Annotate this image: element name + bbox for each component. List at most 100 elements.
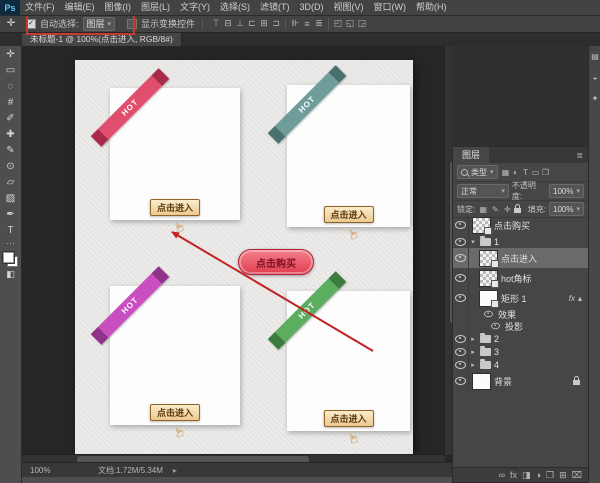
menubar-item[interactable]: 文字(Y)	[175, 0, 215, 15]
status-options-arrow[interactable]: ▸	[173, 466, 177, 475]
lock-transparent-pixels-icon[interactable]: ▦	[478, 205, 488, 214]
product-card-top-left[interactable]: HOT 点击进入 ☞	[90, 68, 240, 235]
quick-mask-icon[interactable]: ◧	[0, 267, 21, 281]
more-tools-icon[interactable]: …	[6, 237, 15, 248]
foreground-color-swatch[interactable]	[3, 252, 14, 263]
effect-visibility-toggle[interactable]	[491, 322, 500, 330]
show-transform-checkbox[interactable]	[127, 18, 138, 29]
layer-visibility-toggle[interactable]	[453, 268, 469, 288]
eraser-tool[interactable]: ▱	[0, 174, 21, 190]
menubar-item[interactable]: 3D(D)	[295, 0, 329, 15]
clone-stamp-tool[interactable]: ⊙	[0, 158, 21, 174]
artboard[interactable]: HOT 点击进入 ☞ HOT 点击进入 ☞ HOT 点击进入 ☞ HOT 点击进…	[75, 60, 413, 454]
blend-mode-dropdown[interactable]: 正常 ▾	[457, 184, 509, 198]
auto-select-dropdown[interactable]: 图层 ▾	[82, 16, 116, 31]
auto-select-checkbox[interactable]: ✓	[26, 18, 36, 29]
distribute-top-edges-icon[interactable]: ⊪	[289, 18, 301, 29]
menubar-item[interactable]: 窗口(W)	[369, 0, 412, 15]
layer-row[interactable]: ▸ 4	[453, 358, 588, 371]
menubar-item[interactable]: 图层(L)	[136, 0, 175, 15]
product-card-bottom-left[interactable]: HOT 点击进入 ☞	[90, 266, 240, 440]
lock-all-icon[interactable]	[514, 203, 522, 213]
lasso-tool[interactable]: ◌	[0, 78, 21, 94]
enter-button[interactable]: 点击进入	[149, 404, 201, 421]
brush-tool[interactable]: ✎	[0, 142, 21, 158]
layer-row[interactable]: 效果	[453, 308, 588, 320]
layer-row[interactable]: 矩形 1 fx ▴	[453, 288, 588, 308]
fx-collapse-icon[interactable]: ▴	[578, 294, 582, 303]
layer-row[interactable]: ▾ 1	[453, 235, 588, 248]
3d-mode-drag-icon[interactable]: ◲	[356, 18, 368, 29]
product-card-top-right[interactable]: HOT 点击进入 ☞	[267, 65, 410, 242]
menubar-item[interactable]: 图像(I)	[100, 0, 137, 15]
gradient-tool[interactable]: ▨	[0, 190, 21, 206]
new-layer-icon[interactable]: ⊞	[559, 468, 567, 482]
link-layers-icon[interactable]: ∞	[499, 468, 505, 482]
menubar-item[interactable]: 文件(F)	[20, 0, 60, 15]
align-vertical-centers-icon[interactable]: ⊟	[222, 18, 234, 29]
filter-smart-objects-icon[interactable]: ❒	[541, 168, 551, 177]
align-top-edges-icon[interactable]: ⊤	[210, 18, 222, 29]
layer-visibility-toggle[interactable]	[453, 248, 469, 268]
lock-image-pixels-icon[interactable]: ✎	[490, 205, 500, 214]
vertical-scrollbar[interactable]	[444, 46, 452, 455]
delete-layer-icon[interactable]: ⌧	[572, 468, 582, 482]
panel-menu-icon[interactable]: ≣	[571, 151, 588, 160]
layer-visibility-toggle[interactable]	[453, 358, 469, 371]
layer-visibility-toggle[interactable]	[453, 308, 469, 320]
menubar-item[interactable]: 视图(V)	[329, 0, 369, 15]
lock-position-icon[interactable]: ✛	[502, 205, 512, 214]
layer-effects-icon[interactable]: fx	[510, 468, 517, 482]
move-tool[interactable]: ✛	[0, 46, 21, 62]
menubar-item[interactable]: 滤镜(T)	[255, 0, 295, 15]
layer-row[interactable]: 点击购买	[453, 215, 588, 235]
expand-arrow-icon[interactable]: ▸	[469, 361, 477, 369]
enter-button[interactable]: 点击进入	[149, 199, 201, 216]
expand-arrow-icon[interactable]: ▸	[469, 348, 477, 356]
adjustments-panel-icon[interactable]: ◒	[593, 73, 598, 82]
tab-layers[interactable]: 图层	[453, 147, 490, 163]
pen-tool[interactable]: ✒	[0, 206, 21, 222]
rectangular-marquee-tool[interactable]: ▭	[0, 62, 21, 78]
expand-arrow-icon[interactable]: ▾	[469, 238, 477, 246]
align-horizontal-centers-icon[interactable]: ⊞	[258, 18, 270, 29]
filter-type-dropdown[interactable]: 类型 ▾	[457, 165, 498, 179]
layer-visibility-toggle[interactable]	[453, 288, 469, 308]
layer-visibility-toggle[interactable]	[453, 371, 469, 391]
adjustment-layer-icon[interactable]: ◑	[536, 468, 541, 482]
align-right-edges-icon[interactable]: ⊐	[270, 18, 282, 29]
layer-visibility-toggle[interactable]	[453, 235, 469, 248]
align-left-edges-icon[interactable]: ⊏	[246, 18, 258, 29]
menubar-item[interactable]: 帮助(H)	[411, 0, 452, 15]
filter-adjustment-layers-icon[interactable]: ◐	[511, 168, 521, 177]
align-bottom-edges-icon[interactable]: ⊥	[234, 18, 246, 29]
layer-visibility-toggle[interactable]	[453, 320, 469, 332]
enter-button[interactable]: 点击进入	[323, 410, 374, 427]
layer-row[interactable]: ▸ 2	[453, 332, 588, 345]
menubar-item[interactable]: 选择(S)	[215, 0, 255, 15]
buy-button[interactable]: 点击购买	[238, 249, 314, 275]
distribute-bottom-edges-icon[interactable]: ≣	[313, 18, 325, 29]
menubar-item[interactable]: 编辑(E)	[60, 0, 100, 15]
filter-pixel-layers-icon[interactable]: ▦	[501, 168, 511, 177]
layer-fx-indicator[interactable]: fx ▴	[569, 294, 588, 303]
eyedropper-tool[interactable]: ✐	[0, 110, 21, 126]
healing-brush-tool[interactable]: ✚	[0, 126, 21, 142]
fill-field[interactable]: 100% ▾	[549, 202, 584, 216]
3d-mode-rotate-icon[interactable]: ◰	[332, 18, 344, 29]
styles-panel-icon[interactable]: ✦	[592, 94, 599, 103]
layer-row[interactable]: 背景	[453, 371, 588, 391]
layer-visibility-toggle[interactable]	[453, 332, 469, 345]
opacity-field[interactable]: 100% ▾	[549, 184, 584, 198]
layer-row[interactable]: 点击进入	[453, 248, 588, 268]
document-tab[interactable]: 未标题-1 @ 100%(点击进入, RGB/8#)	[22, 32, 182, 46]
filter-type-layers-icon[interactable]: T	[521, 168, 531, 177]
zoom-level-field[interactable]: 100%	[30, 466, 70, 475]
enter-button[interactable]: 点击进入	[323, 206, 374, 223]
layer-mask-icon[interactable]: ◨	[522, 468, 531, 482]
color-swatches[interactable]	[3, 252, 18, 267]
filter-shape-layers-icon[interactable]: ▭	[531, 168, 541, 177]
layer-row[interactable]: 投影	[453, 320, 588, 332]
layer-visibility-toggle[interactable]	[453, 345, 469, 358]
effect-visibility-toggle[interactable]	[484, 310, 493, 318]
